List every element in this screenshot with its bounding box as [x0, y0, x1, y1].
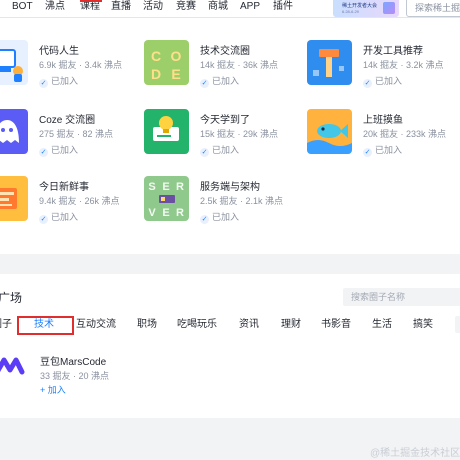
circle-stats: 6.9k 掘友 · 3.4k 沸点: [39, 60, 123, 70]
circle-card-backend[interactable]: S E R V E R 服务端与架构 2.5k 掘友 · 2.1k 沸点 ✓ 已加…: [144, 176, 294, 236]
thumb-letter: R: [176, 181, 184, 193]
tab-food-fun[interactable]: 吃喝玩乐: [177, 318, 217, 332]
check-icon: ✓: [39, 79, 48, 88]
circle-name: 代码人生: [39, 46, 79, 57]
nav-item-contest[interactable]: 竞赛: [176, 0, 196, 14]
banner-graphic-icon: [383, 2, 395, 14]
circle-stats: 14k 掘友 · 36k 沸点: [200, 60, 279, 70]
circle-stats: 15k 掘友 · 29k 沸点: [200, 129, 279, 139]
nav-active-indicator: [80, 0, 102, 2]
server-icon: S E R V E R: [144, 176, 189, 221]
conference-banner[interactable]: 稀土开发者大会 6.28-6.29: [333, 0, 399, 17]
circle-name: 今日新鲜事: [39, 182, 89, 193]
news-icon: [0, 176, 28, 221]
circle-stats: 14k 掘友 · 3.2k 沸点: [363, 60, 444, 70]
thumb-letter: S: [148, 181, 155, 193]
marscode-logo-icon: [0, 352, 25, 380]
check-icon: ✓: [363, 148, 372, 157]
banner-title: 稀土开发者大会: [342, 3, 378, 9]
nav-item-app[interactable]: APP: [240, 0, 260, 14]
tab-career[interactable]: 职场: [137, 318, 157, 332]
check-icon: ✓: [200, 148, 209, 157]
top-nav: BOT 沸点 课程 直播 活动 竞赛 商城 APP 插件 稀土开发者大会 6.2…: [0, 0, 460, 18]
circle-name: 豆包MarsCode: [40, 357, 107, 368]
check-icon: ✓: [39, 148, 48, 157]
thumb-letter: V: [148, 207, 156, 219]
section-title: 广场: [0, 291, 23, 305]
tab-news[interactable]: 资讯: [239, 318, 259, 332]
join-button[interactable]: + 加入: [40, 383, 66, 396]
nav-item-plugins[interactable]: 插件: [273, 0, 293, 14]
nav-item-events[interactable]: 活动: [143, 0, 163, 14]
hammer-icon: [307, 40, 352, 85]
tab-funny[interactable]: 搞笑: [413, 318, 433, 332]
code-life-icon: [0, 40, 28, 85]
tab-scroll-button[interactable]: [455, 316, 460, 333]
joined-status: ✓ 已加入: [200, 145, 240, 157]
joined-status: ✓ 已加入: [200, 212, 240, 224]
circle-stats: 9.4k 掘友 · 26k 沸点: [39, 196, 120, 206]
circle-search-input[interactable]: [343, 288, 460, 306]
check-icon: ✓: [200, 215, 209, 224]
circle-name: Coze 交流圈: [39, 115, 96, 126]
thumb-letter: E: [162, 207, 169, 219]
circle-card-til[interactable]: 今天学到了 15k 掘友 · 29k 沸点 ✓ 已加入: [144, 109, 294, 169]
tab-life[interactable]: 生活: [372, 318, 392, 332]
banner-date: 6.28-6.29: [342, 9, 359, 14]
nav-item-pins[interactable]: 沸点: [45, 0, 65, 14]
joined-status: ✓ 已加入: [363, 76, 403, 88]
circle-card-dev-tools[interactable]: 开发工具推荐 14k 掘友 · 3.2k 沸点 ✓ 已加入: [307, 40, 457, 100]
circle-stats: 275 掘友 · 82 沸点: [39, 129, 114, 139]
nav-item-bot[interactable]: BOT: [12, 0, 33, 14]
tab-finance[interactable]: 理财: [281, 318, 301, 332]
tab-circles[interactable]: 圈子: [0, 318, 12, 332]
circle-stats: 33 掘友 · 20 沸点: [40, 371, 110, 381]
joined-status: ✓ 已加入: [39, 212, 79, 224]
check-icon: ✓: [200, 79, 209, 88]
check-icon: ✓: [363, 79, 372, 88]
nav-search-input[interactable]: 探索稀土掘金: [406, 0, 460, 17]
check-icon: ✓: [39, 215, 48, 224]
circle-card-news[interactable]: 今日新鲜事 9.4k 掘友 · 26k 沸点 ✓ 已加入: [0, 176, 133, 236]
lightbulb-icon: [144, 109, 189, 154]
circle-name: 服务端与架构: [200, 182, 260, 193]
thumb-letter: C: [151, 48, 161, 64]
thumb-letter: D: [151, 66, 161, 82]
circle-name: 今天学到了: [200, 115, 250, 126]
tab-interaction[interactable]: 互动交流: [76, 318, 116, 332]
circle-card-slacking[interactable]: 上班摸鱼 20k 掘友 · 233k 沸点 ✓ 已加入: [307, 109, 457, 169]
joined-status: ✓ 已加入: [39, 76, 79, 88]
watermark: @稀土掘金技术社区: [370, 448, 460, 459]
nav-item-live[interactable]: 直播: [111, 0, 131, 14]
thumb-letter: R: [176, 207, 184, 219]
circle-stats: 2.5k 掘友 · 2.1k 沸点: [200, 196, 284, 206]
nav-item-course[interactable]: 课程: [80, 0, 100, 14]
code-letters-icon: C O D E: [144, 40, 189, 85]
circle-card-tech-exchange[interactable]: C O D E 技术交流圈 14k 掘友 · 36k 沸点 ✓ 已加入: [144, 40, 294, 100]
circle-name: 技术交流圈: [200, 46, 250, 57]
thumb-letter: E: [162, 181, 169, 193]
joined-status: ✓ 已加入: [39, 145, 79, 157]
circle-card-coze[interactable]: Coze 交流圈 275 掘友 · 82 沸点 ✓ 已加入: [0, 109, 133, 169]
fish-icon: [307, 109, 352, 154]
circle-name: 上班摸鱼: [363, 115, 403, 126]
circle-stats: 20k 掘友 · 233k 沸点: [363, 129, 447, 139]
joined-status: ✓ 已加入: [200, 76, 240, 88]
joined-circles-panel: 代码人生 6.9k 掘友 · 3.4k 沸点 ✓ 已加入 C O D E 技术交流…: [0, 18, 460, 254]
active-tab-highlight: [17, 316, 74, 335]
circle-card-code-life[interactable]: 代码人生 6.9k 掘友 · 3.4k 沸点 ✓ 已加入: [0, 40, 133, 100]
circle-square-panel: 广场 圈子 技术 互动交流 职场 吃喝玩乐 资讯 理财 书影音 生活 搞笑 豆包…: [0, 274, 460, 418]
coze-icon: [0, 109, 28, 154]
joined-status: ✓ 已加入: [363, 145, 403, 157]
circle-name: 开发工具推荐: [363, 46, 423, 57]
nav-item-mall[interactable]: 商城: [208, 0, 228, 14]
tab-books-movies[interactable]: 书影音: [321, 318, 351, 332]
thumb-letter: O: [171, 48, 182, 64]
thumb-letter: E: [171, 66, 180, 82]
